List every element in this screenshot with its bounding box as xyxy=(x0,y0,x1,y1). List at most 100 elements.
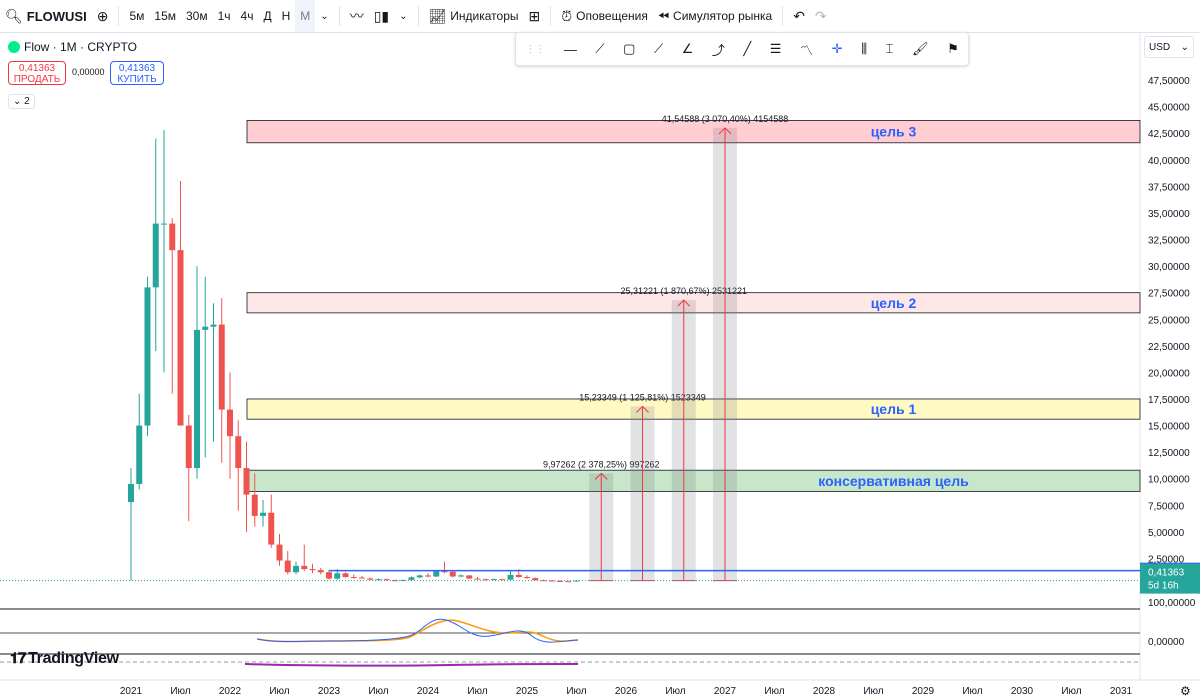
current-price-label: 0,41363 xyxy=(1148,568,1185,579)
compare-button[interactable]: ⊕ xyxy=(92,0,114,32)
time-tick-label: 2029 xyxy=(912,686,935,697)
indicator-line-blue xyxy=(256,618,579,643)
time-tick-label: 2030 xyxy=(1011,686,1034,697)
price-tick-label: 7,50000 xyxy=(1148,501,1185,512)
candle-body xyxy=(268,512,275,545)
alerts-button[interactable]: ⏰︎ Оповещения xyxy=(556,0,653,32)
templates-button[interactable]: ⊞ xyxy=(524,0,546,32)
interval-week[interactable]: Н xyxy=(277,0,296,32)
interval-30m[interactable]: 30м xyxy=(181,0,213,32)
candle-body xyxy=(359,577,365,579)
fib-retracement-icon[interactable]: ☰ xyxy=(770,41,782,57)
sell-button[interactable]: 0,41363 ПРОДАТЬ xyxy=(8,61,66,85)
ray-icon[interactable]: ⟋ xyxy=(654,41,663,57)
tradingview-mark-icon: 𝟏𝟕 xyxy=(10,650,27,667)
collapse-count: 2 xyxy=(24,96,30,107)
candle-body xyxy=(342,573,349,578)
candle-body xyxy=(136,425,143,485)
chart-style-dropdown[interactable]: ⌄ xyxy=(394,0,412,32)
symbol-search[interactable]: 🔍︎ FLOWUSI xyxy=(0,0,92,32)
chart-style-button[interactable]: 〰 xyxy=(345,0,369,32)
measure-range xyxy=(713,127,737,581)
brush-icon[interactable]: 🖌︎ xyxy=(912,41,929,57)
time-tick-label: 2022 xyxy=(219,686,242,697)
indicators-label: Индикаторы xyxy=(450,9,519,23)
indicators-collapse-button[interactable]: ⌄ 2 xyxy=(8,94,35,109)
interval-4h[interactable]: 4ч xyxy=(236,0,259,32)
interval-1h[interactable]: 1ч xyxy=(213,0,236,32)
target-zone xyxy=(246,398,1141,420)
angle-icon[interactable]: ∠ xyxy=(682,41,694,57)
separator xyxy=(782,6,784,26)
price-tick-label: 25,00000 xyxy=(1148,315,1190,326)
horizontal-line-icon[interactable]: — xyxy=(564,42,577,57)
price-axis[interactable]: 47,50000 45,00000 42,50000 40,00000 37,50000… xyxy=(1148,76,1190,565)
indicator-tick-label: 100,00000 xyxy=(1148,598,1196,609)
time-tick-label: Июл xyxy=(764,686,784,697)
measure-label: 15,23349 (1 125,81%) 1523349 xyxy=(579,392,706,402)
trend-line-icon[interactable]: ⟋ xyxy=(595,41,604,57)
measure-label: 9,97262 (2 378,25%) 997262 xyxy=(543,459,660,469)
symbol-name: FLOWUSI xyxy=(26,8,87,24)
grid xyxy=(0,32,1200,681)
crosshair-icon[interactable]: ✛ xyxy=(832,41,843,57)
add-circle-icon: ⊕ xyxy=(96,7,109,24)
long-position-icon[interactable]: ⫼ xyxy=(861,41,867,57)
legend-title: Flow · 1M · CRYPTO xyxy=(24,40,137,54)
drag-handle-icon[interactable]: ⋮⋮ xyxy=(525,44,545,55)
candle-body xyxy=(317,570,324,573)
interval-15m[interactable]: 15м xyxy=(149,0,181,32)
candle-body xyxy=(326,572,332,579)
interval-dropdown[interactable]: ⌄ xyxy=(315,0,333,32)
interval-5m[interactable]: 5м xyxy=(124,0,149,32)
polyline-icon[interactable]: 〽 xyxy=(800,40,813,59)
flag-icon[interactable]: ⚑ xyxy=(947,41,959,57)
indicators-button[interactable]: 📈︎ Индикаторы xyxy=(424,0,524,32)
replay-button[interactable]: ⏪︎ Симулятор рынка xyxy=(653,0,777,32)
candle-body xyxy=(532,578,539,581)
candle-body xyxy=(408,577,415,580)
time-tick-label: 2021 xyxy=(120,686,143,697)
time-tick-label: 2024 xyxy=(417,686,440,697)
separator xyxy=(550,6,552,26)
redo-icon: ↷ xyxy=(814,7,827,24)
time-tick-label: Июл xyxy=(665,686,685,697)
time-tick-label: Июл xyxy=(863,686,883,697)
time-tick-label: 2025 xyxy=(516,686,539,697)
grid-icon: ⊞ xyxy=(528,7,541,24)
extended-line-icon[interactable]: ╱ xyxy=(743,41,751,57)
time-tick-label: 2028 xyxy=(813,686,836,697)
price-tick-label: 32,50000 xyxy=(1148,236,1190,247)
buy-button[interactable]: 0,41363 КУПИТЬ xyxy=(110,61,164,85)
candles-style-button[interactable]: ▯▮ xyxy=(369,0,394,32)
time-tick-label: Июл xyxy=(170,686,190,697)
price-tick-label: 2,50000 xyxy=(1148,554,1185,565)
interval-day[interactable]: Д xyxy=(258,0,276,32)
indicator-tick-label: 0,00000 xyxy=(1148,637,1185,648)
buy-label: КУПИТЬ xyxy=(117,74,157,85)
indicator-line-orange xyxy=(256,619,579,643)
rectangle-icon[interactable]: ▢ xyxy=(623,41,635,57)
time-axis[interactable]: 2021 Июл 2022 Июл 2023 Июл 2024 Июл 2025 Июл 2026 И… xyxy=(120,684,1191,698)
price-range-icon[interactable]: ⌶ xyxy=(886,41,894,57)
candle-body xyxy=(260,512,266,516)
indicator-panes: 100,00000 0,00000 xyxy=(0,598,1196,667)
time-tick-label: 2027 xyxy=(714,686,737,697)
price-tick-label: 20,00000 xyxy=(1148,368,1190,379)
candle-body xyxy=(491,579,497,581)
path-icon[interactable]: ⤴ xyxy=(712,40,725,59)
price-chart[interactable]: консервативная цель цель 1 цель 2 цель 3 9,… xyxy=(0,0,1200,700)
redo-button[interactable]: ↷ xyxy=(810,0,832,32)
target-zone xyxy=(246,292,1141,314)
chevron-down-icon: ⌄ xyxy=(320,10,329,22)
interval-month[interactable]: М xyxy=(295,0,316,32)
rewind-icon: ⏪︎ xyxy=(657,7,670,24)
currency-select[interactable]: USD ⌄ xyxy=(1144,36,1194,58)
target-zone-label: цель 2 xyxy=(871,295,917,311)
drawing-toolbar: ⋮⋮ — ⟋ ▢ ⟋ ∠ ⤴ ╱ ☰ 〽 ✛ ⫼ ⌶ 🖌︎ ⚑ xyxy=(515,32,969,66)
target-zone-label: цель 3 xyxy=(871,124,917,140)
measure-range xyxy=(589,473,614,581)
target-zones: консервативная цель цель 1 цель 2 цель 3 xyxy=(246,120,1141,492)
time-tick-label: Июл xyxy=(1061,686,1081,697)
undo-button[interactable]: ↶ xyxy=(788,0,810,32)
